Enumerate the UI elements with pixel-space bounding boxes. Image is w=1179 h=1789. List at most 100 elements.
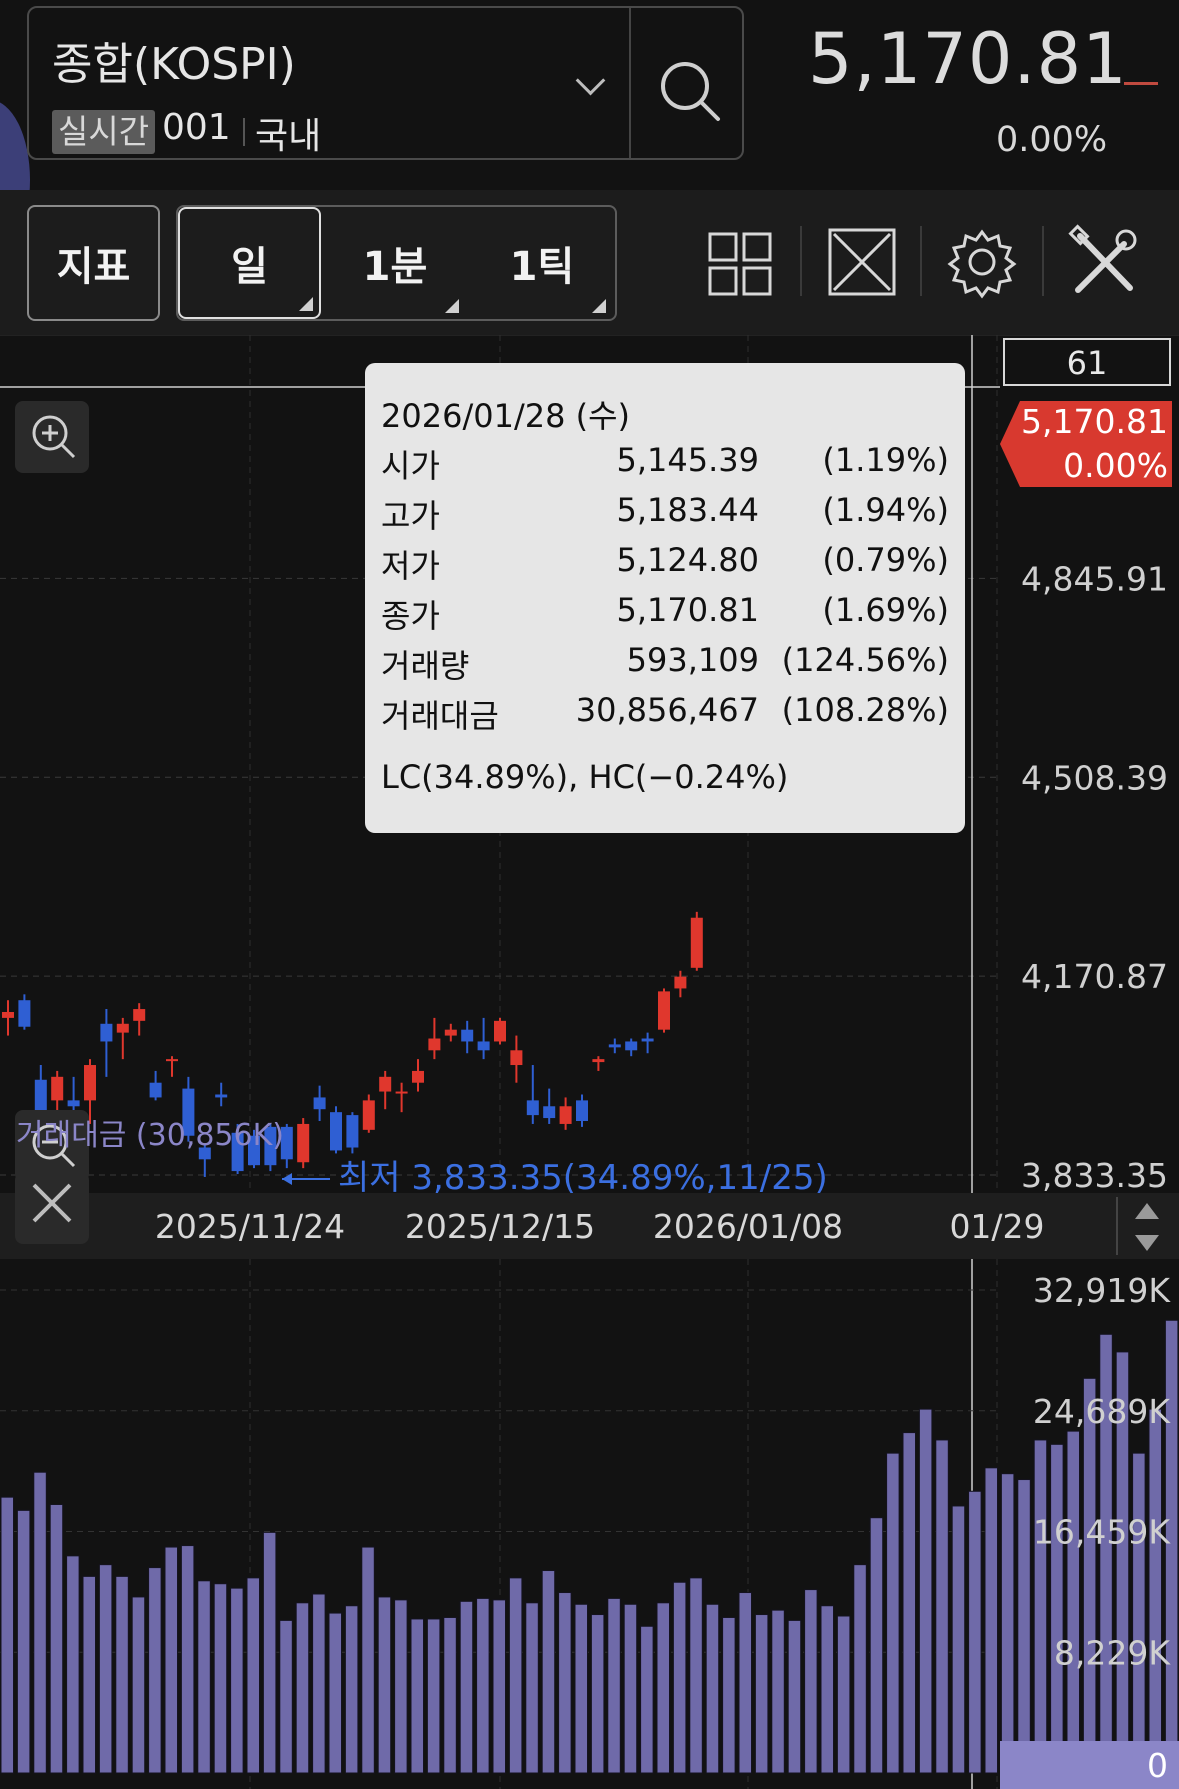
volume-bar[interactable] [16,1509,31,1774]
volume-bar[interactable] [312,1593,326,1774]
volume-bar[interactable] [115,1575,129,1774]
volume-bar[interactable] [853,1564,867,1774]
candle[interactable] [51,1076,64,1101]
candle[interactable] [625,1041,638,1051]
candle[interactable] [559,1106,572,1124]
candle[interactable] [313,1097,326,1110]
search-button[interactable] [632,8,742,158]
candle[interactable] [84,1065,96,1101]
candle[interactable] [494,1020,506,1042]
volume-bar[interactable] [279,1619,293,1774]
volume-bar[interactable] [148,1567,162,1774]
volume-bar[interactable] [804,1589,818,1774]
volume-bar[interactable] [476,1597,490,1774]
volume-bar[interactable] [213,1583,228,1774]
volume-bar[interactable] [262,1531,277,1774]
volume-bar[interactable] [754,1614,769,1774]
volume-bar[interactable] [771,1609,785,1774]
volume-bar[interactable] [394,1599,408,1774]
candle[interactable] [67,1100,80,1107]
volume-bar[interactable] [623,1603,638,1774]
indicator-button[interactable]: 지표 [27,205,160,321]
volume-bar[interactable] [131,1596,146,1774]
period-day-button[interactable]: 일 [178,207,321,319]
volume-bar[interactable] [459,1600,474,1774]
volume-bar[interactable] [968,1490,982,1774]
volume-bar[interactable] [525,1602,539,1774]
candle[interactable] [526,1100,539,1116]
volume-bar[interactable] [66,1555,80,1774]
candle[interactable] [477,1041,490,1051]
volume-bar[interactable] [344,1605,359,1774]
candle[interactable] [2,1012,14,1018]
volume-bar[interactable] [1033,1439,1048,1774]
candle[interactable] [116,1023,129,1033]
volume-bar[interactable] [918,1408,933,1774]
candle[interactable] [395,1091,408,1094]
candle[interactable] [510,1050,523,1066]
volume-bar[interactable] [1017,1479,1031,1774]
volume-bar[interactable] [98,1564,113,1774]
volume-bar[interactable] [836,1615,851,1774]
symbol-name[interactable]: 종합(KOSPI) [52,28,296,92]
zoom-in-button[interactable] [15,401,89,473]
search-icon[interactable] [632,8,742,158]
volume-bar[interactable] [328,1612,342,1774]
candle[interactable] [100,1023,113,1042]
volume-bar[interactable] [935,1439,949,1774]
volume-bar[interactable] [902,1432,916,1774]
candle[interactable] [215,1094,228,1098]
period-1tick-button[interactable]: 1틱 [472,207,612,319]
volume-bar[interactable] [426,1618,441,1774]
volume-bar[interactable] [705,1603,720,1774]
volume-bar[interactable] [508,1577,523,1774]
candle[interactable] [379,1076,392,1092]
volume-bar[interactable] [558,1592,572,1774]
period-1min-button[interactable]: 1분 [325,207,465,319]
candle[interactable] [543,1106,556,1119]
volume-bar[interactable] [787,1619,802,1774]
volume-bar[interactable] [1050,1443,1064,1774]
volume-bar[interactable] [1148,1408,1162,1774]
candle[interactable] [444,1029,457,1036]
gear-icon[interactable] [942,222,1022,302]
candle[interactable] [18,1000,31,1027]
volume-bar[interactable] [377,1596,392,1774]
volume-bar[interactable] [541,1570,556,1774]
volume-bar[interactable] [869,1517,884,1774]
volume-bar[interactable] [984,1467,998,1774]
volume-bar[interactable] [180,1545,195,1774]
candle[interactable] [641,1038,654,1042]
volume-bar[interactable] [738,1592,752,1774]
volume-bar[interactable] [82,1575,96,1774]
candle[interactable] [133,1009,146,1021]
volume-bar[interactable] [33,1471,47,1774]
volume-bar[interactable] [656,1602,670,1774]
volume-bar[interactable] [607,1597,621,1774]
candle[interactable] [166,1059,178,1062]
volume-bar[interactable] [886,1452,900,1774]
candle[interactable] [690,917,703,968]
close-volume-button[interactable] [15,1172,89,1244]
candle[interactable] [412,1070,424,1083]
volume-bar[interactable] [590,1614,605,1774]
volume-bar[interactable] [49,1503,64,1774]
volume-bar[interactable] [951,1505,966,1774]
candle[interactable] [674,976,687,989]
volume-bar[interactable] [574,1603,588,1774]
volume-bar[interactable] [722,1616,736,1774]
candle[interactable] [428,1038,441,1051]
candle[interactable] [297,1123,310,1163]
candle[interactable] [149,1082,162,1098]
candle[interactable] [592,1059,605,1063]
expand-icon[interactable] [822,222,902,302]
volume-bar[interactable] [0,1496,14,1774]
candle[interactable] [330,1112,342,1151]
candle[interactable] [658,991,670,1030]
volume-bar[interactable] [230,1587,244,1774]
volume-bar[interactable] [640,1625,654,1774]
volume-bar[interactable] [443,1616,457,1774]
volume-bar[interactable] [1082,1377,1097,1774]
volume-bar[interactable] [689,1577,703,1774]
volume-bar[interactable] [492,1599,506,1774]
